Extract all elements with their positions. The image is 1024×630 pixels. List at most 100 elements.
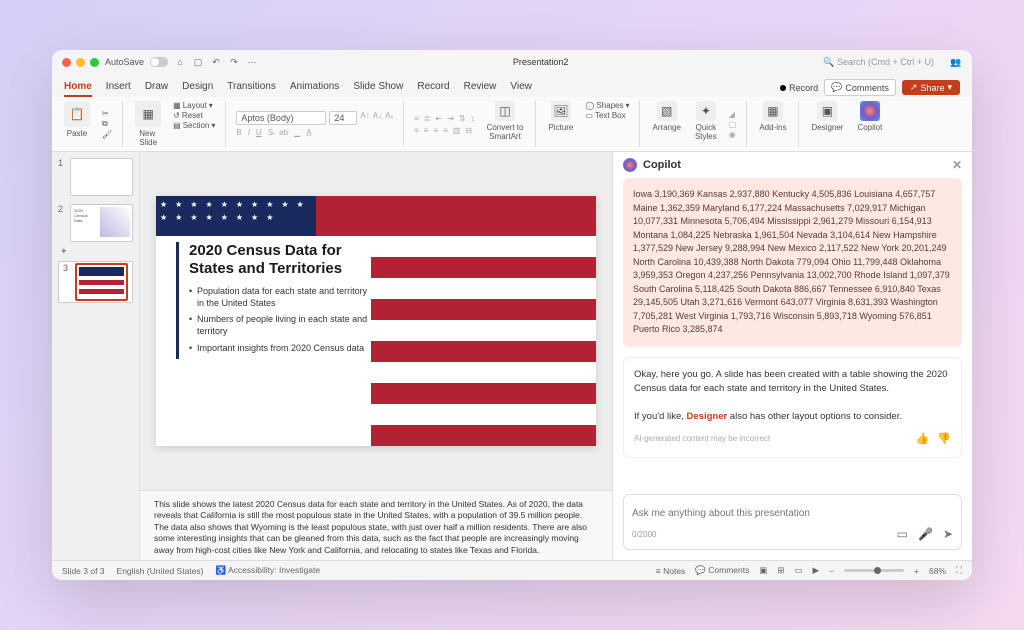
- underline-icon[interactable]: U: [256, 128, 262, 137]
- view-prompts-icon[interactable]: ▭: [897, 527, 908, 541]
- more-icon[interactable]: ⋯: [246, 56, 258, 68]
- comments-status-button[interactable]: 💬 Comments: [695, 565, 749, 576]
- font-color-icon[interactable]: A̲: [306, 128, 311, 137]
- copilot-input[interactable]: [632, 508, 953, 519]
- language-label[interactable]: English (United States): [117, 566, 204, 576]
- tab-design[interactable]: Design: [182, 78, 213, 97]
- zoom-out-icon[interactable]: −: [829, 566, 834, 576]
- slide-bullets[interactable]: Population data for each state and terri…: [189, 286, 376, 354]
- thumb-1[interactable]: 1: [58, 158, 133, 196]
- thumbs-up-icon[interactable]: 👍: [916, 431, 930, 448]
- thumb-3[interactable]: 3: [58, 261, 133, 303]
- autosave-toggle[interactable]: [150, 57, 168, 67]
- zoom-level[interactable]: 68%: [929, 566, 946, 576]
- clear-format-icon[interactable]: Aₓ: [385, 111, 393, 125]
- slide-title[interactable]: 2020 Census Data for States and Territor…: [189, 242, 376, 278]
- text-direction-icon[interactable]: ↕: [471, 114, 475, 123]
- line-spacing-icon[interactable]: ⇅: [459, 114, 466, 123]
- shapes-button[interactable]: ◯ Shapes ▾: [585, 101, 629, 110]
- copilot-title: Copilot: [643, 159, 681, 171]
- tab-transitions[interactable]: Transitions: [227, 78, 276, 97]
- justify-icon[interactable]: ≡: [443, 126, 448, 135]
- tab-slideshow[interactable]: Slide Show: [353, 78, 403, 97]
- align-text-icon[interactable]: ⊟: [465, 126, 472, 135]
- columns-icon[interactable]: ▥: [453, 126, 461, 135]
- arrange-button[interactable]: ▧Arrange: [650, 101, 682, 147]
- slide-canvas[interactable]: ★★★★★★★★★ ★★★★★★★★★ 2020 Census Data for…: [140, 152, 612, 490]
- close-icon[interactable]: [62, 58, 71, 67]
- font-size-selector[interactable]: 24: [329, 111, 357, 125]
- indent-dec-icon[interactable]: ⇤: [435, 114, 442, 123]
- format-painter-icon[interactable]: 🖌: [102, 130, 112, 139]
- shadow-icon[interactable]: ab: [279, 128, 288, 137]
- layout-button[interactable]: ▦ Layout ▾: [173, 101, 215, 110]
- notes-button[interactable]: ≡ Notes: [656, 566, 686, 576]
- shape-effects-icon[interactable]: ◉: [729, 130, 737, 139]
- paste-button[interactable]: 📋Paste: [62, 101, 92, 147]
- reading-view-icon[interactable]: ▭: [795, 565, 803, 576]
- send-icon[interactable]: ➤: [943, 527, 953, 541]
- bold-icon[interactable]: B: [236, 128, 241, 137]
- mic-icon[interactable]: 🎤: [918, 527, 933, 541]
- font-selector[interactable]: Aptos (Body): [236, 111, 326, 125]
- increase-font-icon[interactable]: A↑: [360, 111, 369, 125]
- share-people-icon[interactable]: 👥: [950, 56, 962, 68]
- slide-counter[interactable]: Slide 3 of 3: [62, 566, 105, 576]
- fit-icon[interactable]: ⛶: [956, 565, 962, 576]
- quick-styles-button[interactable]: ✦Quick Styles: [693, 101, 719, 147]
- tab-review[interactable]: Review: [464, 78, 497, 97]
- tab-animations[interactable]: Animations: [290, 78, 339, 97]
- tab-insert[interactable]: Insert: [106, 78, 131, 97]
- smartart-button[interactable]: ◫Convert to SmartArt: [485, 101, 526, 147]
- decrease-font-icon[interactable]: A↓: [373, 111, 382, 125]
- status-bar: Slide 3 of 3 English (United States) ♿ A…: [52, 560, 972, 580]
- reset-button[interactable]: ↺ Reset: [173, 111, 215, 120]
- designer-button[interactable]: ▣Designer: [809, 101, 845, 147]
- close-icon[interactable]: ✕: [952, 158, 962, 172]
- slideshow-view-icon[interactable]: ▶: [813, 565, 820, 576]
- search-field[interactable]: 🔍 Search (Cmd + Ctrl + U): [823, 57, 934, 68]
- zoom-in-icon[interactable]: +: [914, 566, 919, 576]
- align-right-icon[interactable]: ≡: [433, 126, 438, 135]
- align-center-icon[interactable]: ≡: [424, 126, 429, 135]
- shape-outline-icon[interactable]: ▢: [729, 120, 737, 129]
- accessibility-label[interactable]: ♿ Accessibility: Investigate: [215, 565, 320, 576]
- home-icon[interactable]: ⌂: [174, 56, 186, 68]
- bullets-icon[interactable]: ≡: [414, 114, 419, 123]
- tab-record[interactable]: Record: [417, 78, 449, 97]
- tab-draw[interactable]: Draw: [145, 78, 168, 97]
- speaker-notes[interactable]: This slide shows the latest 2020 Census …: [140, 490, 612, 560]
- shape-fill-icon[interactable]: ◢: [729, 110, 737, 119]
- designer-link[interactable]: Designer: [687, 411, 728, 422]
- thumbs-down-icon[interactable]: 👎: [937, 431, 951, 448]
- redo-icon[interactable]: ↷: [228, 56, 240, 68]
- indent-inc-icon[interactable]: ⇥: [447, 114, 454, 123]
- minimize-icon[interactable]: [76, 58, 85, 67]
- record-button[interactable]: Record: [780, 83, 818, 93]
- textbox-button[interactable]: ▭ Text Box: [585, 111, 629, 120]
- share-button[interactable]: ↗ Share ▾: [902, 80, 960, 95]
- zoom-slider[interactable]: [844, 569, 904, 572]
- thumb-2[interactable]: 22020CensusData: [58, 204, 133, 242]
- sorter-view-icon[interactable]: ⊞: [777, 565, 784, 576]
- numbering-icon[interactable]: ≣: [424, 114, 431, 123]
- save-icon[interactable]: ▢: [192, 56, 204, 68]
- align-left-icon[interactable]: ≡: [414, 126, 419, 135]
- maximize-icon[interactable]: [90, 58, 99, 67]
- tab-home[interactable]: Home: [64, 78, 92, 97]
- italic-icon[interactable]: I: [248, 128, 250, 137]
- highlight-icon[interactable]: ▁: [294, 128, 300, 137]
- undo-icon[interactable]: ↶: [210, 56, 222, 68]
- copy-icon[interactable]: ⧉: [102, 119, 112, 129]
- new-slide-button[interactable]: ▦New Slide: [133, 101, 163, 147]
- comments-button[interactable]: 💬 Comments: [824, 79, 896, 96]
- cut-icon[interactable]: ✂: [102, 109, 112, 118]
- normal-view-icon[interactable]: ▣: [759, 565, 767, 576]
- addins-button[interactable]: ▦Add-ins: [757, 101, 788, 147]
- copilot-ribbon-button[interactable]: Copilot: [855, 101, 884, 147]
- picture-button[interactable]: 🖼Picture: [546, 101, 575, 147]
- section-button[interactable]: ▤ Section ▾: [173, 121, 215, 130]
- strikethrough-icon[interactable]: S̶: [268, 128, 273, 137]
- tab-view[interactable]: View: [510, 78, 532, 97]
- copilot-input-box[interactable]: 0/2000 ▭ 🎤 ➤: [623, 494, 962, 550]
